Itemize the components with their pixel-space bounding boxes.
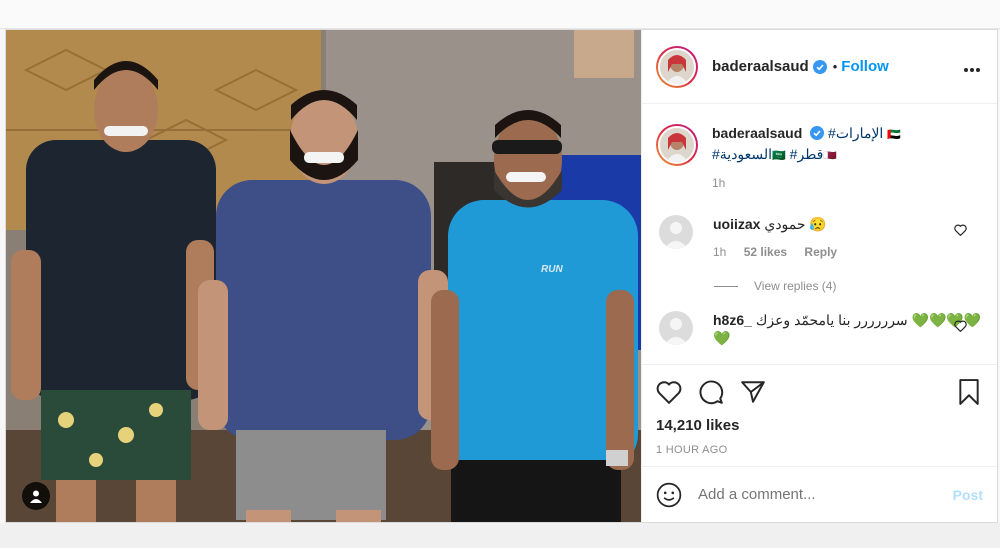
post-actions: 14,210 likes 1 HOUR AGO: [642, 364, 997, 466]
comment-item: uoiizax حمودي 😥 1h 52 likes Reply: [656, 215, 983, 261]
verified-badge-icon: [812, 59, 827, 74]
comment-bubble-icon: [699, 380, 724, 405]
hashtag-uae[interactable]: #الإمارات: [828, 125, 883, 141]
comment-meta: 1h 52 likes Reply: [713, 243, 851, 261]
save-button[interactable]: [957, 379, 981, 406]
view-replies-button[interactable]: View replies (4): [714, 279, 983, 293]
default-avatar-icon: [664, 318, 688, 346]
action-icons: [656, 375, 983, 409]
caption-username[interactable]: baderaalsaud: [712, 125, 802, 141]
verified-badge-icon: [810, 126, 825, 141]
author-username[interactable]: baderaalsaud: [712, 58, 809, 75]
more-options-icon: [964, 68, 980, 72]
comment-like-button[interactable]: [954, 319, 967, 337]
instagram-post: RUN baderaalsaud • Follow baderaalsaud #…: [5, 29, 998, 523]
author-avatar-illustration: [660, 49, 694, 84]
caption-avatar-illustration: [660, 128, 694, 163]
commenter-avatar[interactable]: [659, 215, 693, 250]
comment-username[interactable]: uoiizax: [713, 216, 760, 232]
page-bottom-strip: [0, 523, 1000, 548]
post-side-panel: baderaalsaud • Follow baderaalsaud #الإم…: [641, 30, 997, 522]
tagged-people-button[interactable]: [22, 482, 50, 510]
comment-button[interactable]: [698, 379, 724, 405]
likes-count[interactable]: 14,210 likes: [656, 417, 983, 434]
comment-body: h8z6_ سرررررر بنا يامحمّد وعزك 💚💚💚💚💚: [713, 311, 983, 347]
more-options-button[interactable]: [963, 60, 981, 78]
comment-body: uoiizax حمودي 😥 1h 52 likes Reply: [713, 215, 851, 261]
emoji-icon: [656, 482, 682, 507]
like-button[interactable]: [656, 380, 682, 405]
comment-item: h8z6_ سرررررر بنا يامحمّد وعزك 💚💚💚💚💚: [656, 311, 983, 347]
separator-dot: •: [832, 59, 838, 75]
flag-uae: 🇦🇪: [887, 129, 901, 142]
caption-time[interactable]: 1h: [712, 174, 901, 193]
hashtag-qatar[interactable]: #قطر: [790, 146, 824, 162]
comment-input[interactable]: [698, 486, 953, 504]
shirt-logo: RUN: [541, 264, 563, 275]
paper-plane-icon: [741, 381, 765, 403]
post-comment-button[interactable]: Post: [953, 487, 983, 503]
comment-likes[interactable]: 52 likes: [744, 245, 787, 259]
caption: baderaalsaud #الإمارات 🇦🇪 #السعودية🇸🇦 #ق…: [656, 124, 983, 193]
heart-outline-icon: [954, 320, 967, 333]
flag-qatar: 🇶🇦: [823, 150, 838, 163]
bookmark-icon: [959, 379, 979, 406]
user-tag-icon: [30, 490, 42, 503]
add-comment-bar: Post: [642, 466, 997, 522]
commenter-avatar[interactable]: [659, 311, 693, 346]
view-replies-label: View replies (4): [754, 279, 837, 294]
replies-divider-line: [714, 285, 738, 287]
comment-username[interactable]: h8z6_: [713, 312, 752, 328]
comment-time[interactable]: 1h: [713, 245, 726, 259]
share-button[interactable]: [740, 380, 766, 404]
post-photo[interactable]: RUN: [6, 30, 641, 522]
comment-text: حمودي 😥: [764, 216, 827, 233]
comment-like-button[interactable]: [954, 223, 967, 241]
hashtag-saudi[interactable]: #السعودية: [712, 146, 772, 162]
comment-text: سرررررر بنا يامحمّد وعزك 💚💚💚💚💚: [713, 312, 982, 347]
heart-icon: [656, 381, 682, 405]
comments-section[interactable]: baderaalsaud #الإمارات 🇦🇪 #السعودية🇸🇦 #ق…: [642, 104, 997, 364]
post-header: baderaalsaud • Follow: [642, 30, 997, 105]
reply-button[interactable]: Reply: [804, 245, 837, 259]
post-timestamp[interactable]: 1 HOUR AGO: [656, 444, 983, 456]
emoji-button[interactable]: [656, 482, 682, 508]
flag-saudi: 🇸🇦: [772, 150, 786, 163]
heart-outline-icon: [954, 224, 967, 237]
caption-author-avatar[interactable]: [656, 124, 698, 167]
follow-button[interactable]: Follow: [841, 58, 889, 75]
post-photo-illustration: RUN: [6, 30, 641, 522]
caption-body: baderaalsaud #الإمارات 🇦🇪 #السعودية🇸🇦 #ق…: [712, 124, 901, 193]
default-avatar-icon: [664, 222, 688, 250]
author-avatar[interactable]: [656, 45, 698, 88]
browser-top-strip: [0, 0, 1000, 29]
